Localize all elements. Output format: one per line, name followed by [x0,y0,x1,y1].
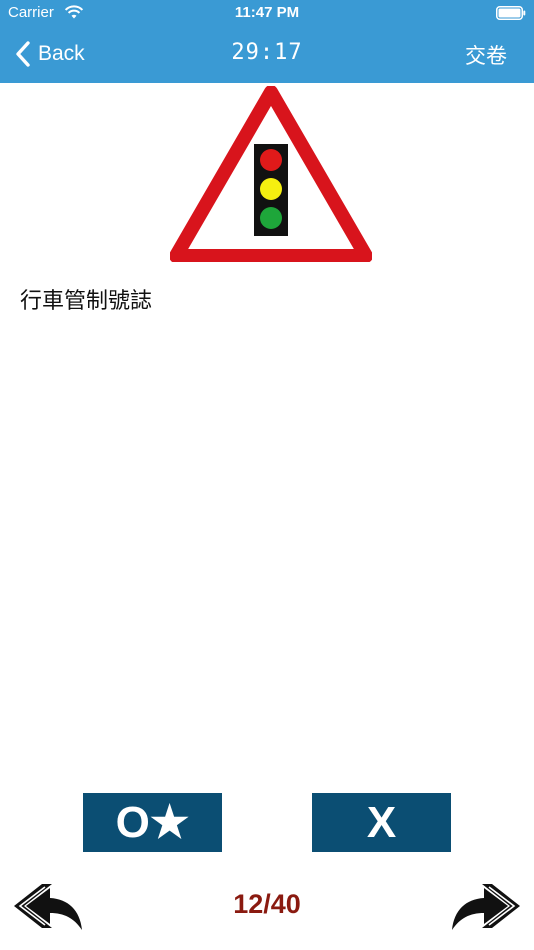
answer-true-button[interactable]: O★ [83,793,222,852]
countdown-timer: 29:17 [231,40,303,65]
status-bar: Carrier 11:47 PM [0,0,534,28]
next-arrow-icon[interactable] [450,882,522,932]
question-text: 行車管制號誌 [20,289,153,314]
nav-bar: Back 29:17 交卷 [0,28,534,83]
traffic-light-warning-sign-icon [170,86,372,262]
status-time: 11:47 PM [234,4,300,21]
battery-icon [496,6,526,20]
header: Carrier 11:47 PM Back 29:17 交卷 [0,0,534,83]
screen: Carrier 11:47 PM Back 29:17 交卷 行車管制號誌 O★… [0,0,534,950]
submit-exam-button[interactable]: 交卷 [465,40,507,70]
answer-false-button[interactable]: X [312,793,451,852]
